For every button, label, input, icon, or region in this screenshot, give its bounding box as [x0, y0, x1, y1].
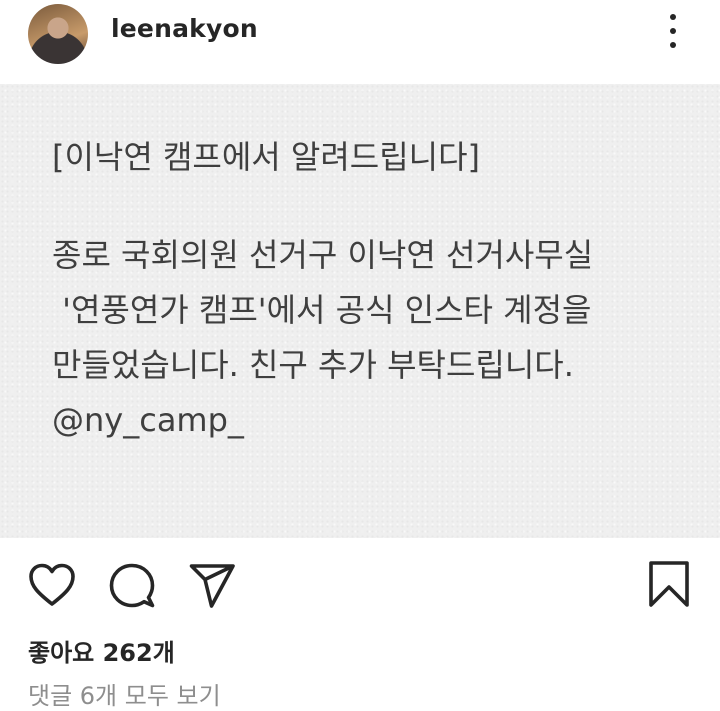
- bookmark-icon[interactable]: [648, 560, 690, 608]
- action-bar: 좋아요 262개 댓글 6개 모두 보기: [0, 538, 720, 711]
- post-text-line: '연풍연가 캠프'에서 공식 인스타 계정을: [52, 291, 592, 329]
- post-header: leenakyon: [0, 0, 720, 84]
- view-comments-link[interactable]: 댓글 6개 모두 보기: [28, 676, 221, 711]
- share-icon[interactable]: [188, 562, 236, 610]
- more-options-icon[interactable]: [663, 14, 683, 50]
- post-text-line: 만들었습니다. 친구 추가 부탁드립니다.: [52, 346, 574, 384]
- post-text-line: 종로 국회의원 선거구 이낙연 선거사무실: [52, 236, 594, 274]
- avatar[interactable]: [28, 4, 88, 64]
- comment-icon[interactable]: [108, 562, 156, 610]
- post-text: [이낙연 캠프에서 알려드립니다] 종로 국회의원 선거구 이낙연 선거사무실 …: [52, 130, 692, 448]
- post-image[interactable]: [이낙연 캠프에서 알려드립니다] 종로 국회의원 선거구 이낙연 선거사무실 …: [0, 84, 720, 538]
- post-text-line: @ny_camp_: [52, 401, 244, 439]
- post-text-line: [이낙연 캠프에서 알려드립니다]: [52, 138, 481, 176]
- heart-icon[interactable]: [28, 562, 76, 608]
- username[interactable]: leenakyon: [111, 14, 258, 43]
- likes-count[interactable]: 좋아요 262개: [28, 633, 175, 668]
